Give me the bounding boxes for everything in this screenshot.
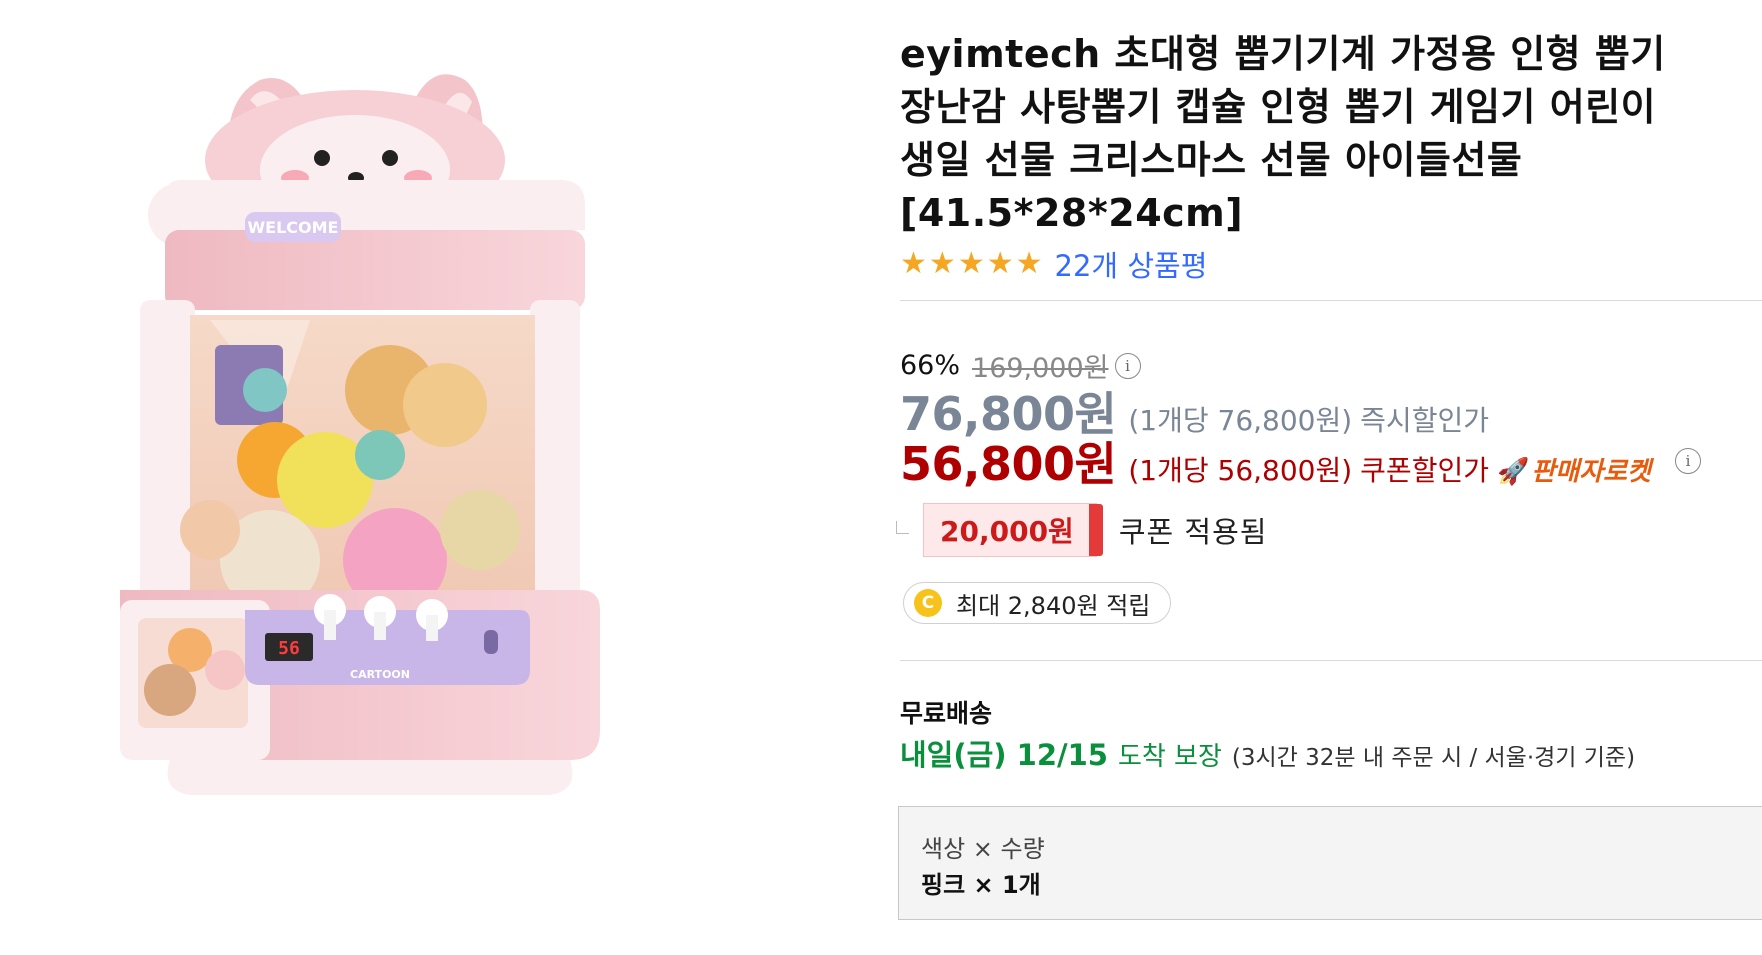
delivery-row: 내일(금) 12/15 도착 보장 (3시간 32분 내 주문 시 / 서울·경…	[900, 732, 1635, 774]
coupon-unit-price: (1개당 56,800원)	[1128, 454, 1353, 487]
corner-mark	[896, 520, 909, 534]
claw-machine-illustration: WELCOME 56 CARTOON	[120, 74, 600, 795]
product-title-line: eyimtech 초대형 뽑기기계 가정용 인형 뽑기	[900, 32, 1666, 76]
rating-row: ★ ★ ★ ★ ★ 22개 상품평	[900, 244, 1762, 284]
info-icon[interactable]: i	[1674, 448, 1701, 474]
welcome-text: WELCOME	[248, 218, 339, 237]
panel-brand-text: CARTOON	[350, 668, 410, 681]
coupon-applied-row: 20,000원 쿠폰 적용됨	[896, 503, 1267, 557]
option-value: 핑크 × 1개	[921, 871, 1041, 899]
divider	[900, 660, 1762, 661]
product-title-line: 생일 선물 크리스마스 선물 아이들선물	[900, 138, 1523, 182]
shipping-label: 무료배송	[900, 699, 993, 728]
seller-rocket-badge: 🚀판매자로켓	[1497, 451, 1651, 488]
seller-rocket-label: 판매자로켓	[1531, 457, 1651, 487]
selected-option-box[interactable]: 색상 × 수량 핑크 × 1개	[898, 806, 1762, 920]
product-title: eyimtech 초대형 뽑기기계 가정용 인형 뽑기 장난감 사탕뽑기 캡슐 …	[900, 28, 1762, 240]
review-count-link[interactable]: 22개 상품평	[1055, 243, 1208, 285]
delivery-date: 내일(금) 12/15	[900, 738, 1108, 772]
cash-reward-text: 최대 2,840원 적립	[956, 591, 1151, 620]
rocket-icon: 🚀	[1496, 457, 1530, 487]
star-icon: ★	[957, 246, 985, 281]
option-header: 색상 × 수량	[921, 835, 1045, 863]
star-icon: ★	[986, 246, 1014, 281]
product-title-line: [41.5*28*24cm]	[900, 191, 1244, 235]
star-rating: ★ ★ ★ ★ ★	[900, 249, 1043, 279]
product-title-line: 장난감 사탕뽑기 캡슐 인형 뽑기 게임기 어린이	[900, 85, 1657, 129]
star-icon: ★	[900, 246, 927, 281]
coin-icon: C	[914, 589, 942, 617]
star-icon: ★	[928, 246, 956, 281]
coupon-price-label: 쿠폰할인가	[1360, 454, 1489, 487]
discount-rate: 66%	[900, 350, 961, 381]
coupon-amount-tag: 20,000원	[923, 503, 1103, 557]
delivery-note: (3시간 32분 내 주문 시 / 서울·경기 기준)	[1231, 745, 1636, 771]
coupon-price: 56,800원	[900, 437, 1117, 491]
coupon-applied-text: 쿠폰 적용됨	[1118, 515, 1268, 549]
product-image[interactable]: WELCOME 56 CARTOON	[60, 30, 720, 870]
divider	[900, 300, 1762, 301]
star-icon: ★	[1015, 246, 1043, 281]
delivery-guarantee: 도착 보장	[1117, 742, 1222, 772]
score-display-text: 56	[278, 638, 300, 659]
cash-reward-pill[interactable]: C 최대 2,840원 적립	[903, 582, 1172, 624]
info-icon[interactable]: i	[1114, 352, 1141, 379]
coupon-price-row: 56,800원 (1개당 56,800원) 쿠폰할인가 🚀판매자로켓 i	[900, 428, 1701, 494]
product-info: eyimtech 초대형 뽑기기계 가정용 인형 뽑기 장난감 사탕뽑기 캡슐 …	[900, 28, 1762, 284]
